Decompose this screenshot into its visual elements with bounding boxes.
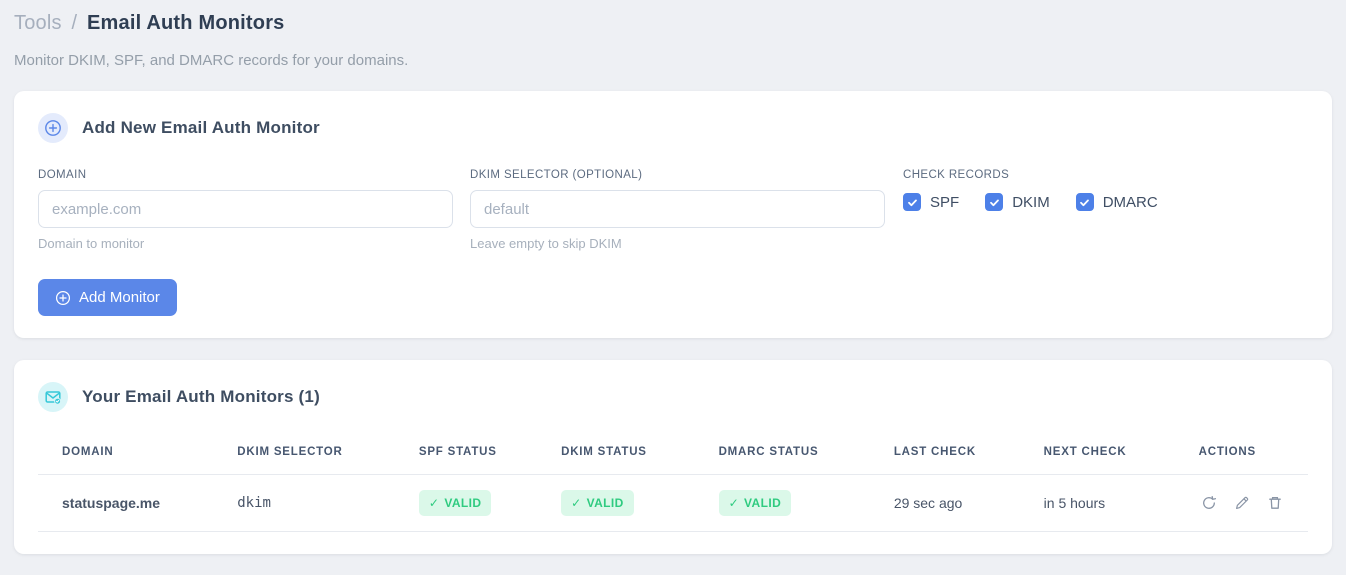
col-header-domain: DOMAIN: [38, 432, 214, 475]
spf-checkbox-item[interactable]: SPF: [903, 193, 959, 211]
col-header-last-check: LAST CHECK: [869, 432, 1020, 475]
monitor-domain: statuspage.me: [38, 474, 214, 532]
check-icon: ✓: [728, 496, 740, 510]
spf-checkbox[interactable]: [903, 193, 921, 211]
dkim-selector-field-label: DKIM SELECTOR (OPTIONAL): [470, 169, 643, 181]
mail-check-icon: [38, 382, 68, 412]
page-subtitle: Monitor DKIM, SPF, and DMARC records for…: [14, 52, 409, 69]
breadcrumb-separator: /: [71, 12, 78, 34]
add-monitor-button[interactable]: Add Monitor: [38, 279, 177, 316]
monitors-card-title: Your Email Auth Monitors (1): [82, 387, 320, 406]
monitor-dkim-selector: dkim: [213, 474, 395, 532]
edit-button[interactable]: [1232, 493, 1252, 513]
check-records-group: CHECK RECORDS SPF DKIM DMARC: [902, 169, 1308, 211]
spf-status-badge: ✓ VALID: [418, 490, 492, 516]
dmarc-checkbox[interactable]: [1075, 193, 1094, 211]
add-monitor-card: Add New Email Auth Monitor DOMAIN Domain…: [14, 91, 1332, 338]
add-monitor-card-title: Add New Email Auth Monitor: [82, 118, 320, 137]
add-monitor-button-label: Add Monitor: [79, 289, 160, 306]
dkim-selector-input[interactable]: [470, 190, 885, 228]
dmarc-checkbox-item[interactable]: DMARC: [1075, 193, 1158, 211]
trash-icon: [1268, 496, 1281, 509]
dkim-status-badge: ✓ VALID: [561, 490, 634, 516]
check-icon: ✓: [428, 496, 440, 510]
plus-circle-icon: [38, 113, 68, 143]
dkim-status-cell: ✓ VALID: [537, 474, 695, 532]
monitors-list-card: Your Email Auth Monitors (1) DOMAIN DKIM…: [14, 360, 1332, 554]
plus-circle-icon: [55, 290, 71, 306]
domain-field-help: Domain to monitor: [38, 236, 145, 251]
refresh-icon: [1202, 495, 1216, 509]
check-records-label: CHECK RECORDS: [903, 169, 1010, 181]
spf-status-text: VALID: [444, 496, 482, 510]
breadcrumb: Tools / Email Auth Monitors: [14, 8, 1332, 35]
delete-button[interactable]: [1265, 493, 1285, 513]
add-monitor-form: DOMAIN Domain to monitor DKIM SELECTOR (…: [38, 169, 1308, 251]
spf-status-cell: ✓ VALID: [394, 474, 538, 532]
dkim-selector-field-help: Leave empty to skip DKIM: [470, 236, 622, 251]
spf-checkbox-label: SPF: [930, 193, 960, 211]
monitors-table: DOMAIN DKIM SELECTOR SPF STATUS DKIM STA…: [38, 432, 1308, 532]
domain-field-label: DOMAIN: [38, 169, 87, 181]
monitor-next-check: in 5 hours: [1019, 474, 1175, 532]
dmarc-status-cell: ✓ VALID: [694, 474, 870, 532]
col-header-dkim-selector: DKIM SELECTOR: [213, 432, 395, 475]
breadcrumb-tools-link[interactable]: Tools: [14, 12, 62, 34]
domain-field-group: DOMAIN Domain to monitor: [38, 169, 453, 251]
col-header-next-check: NEXT CHECK: [1019, 432, 1175, 475]
row-actions: [1199, 493, 1298, 513]
dmarc-status-badge: ✓ VALID: [718, 490, 792, 516]
table-row: statuspage.me dkim ✓ VALID ✓ VALID ✓ VAL…: [38, 474, 1308, 532]
dkim-selector-field-group: DKIM SELECTOR (OPTIONAL) Leave empty to …: [470, 169, 885, 251]
refresh-button[interactable]: [1199, 493, 1219, 513]
edit-pencil-icon: [1235, 496, 1248, 509]
table-header-row: DOMAIN DKIM SELECTOR SPF STATUS DKIM STA…: [38, 432, 1308, 475]
add-monitor-card-header: Add New Email Auth Monitor: [38, 113, 1308, 143]
col-header-spf-status: SPF STATUS: [394, 432, 538, 475]
dkim-checkbox[interactable]: [985, 193, 1004, 211]
check-records-options: SPF DKIM DMARC: [903, 193, 1308, 211]
email-auth-monitors-page: Tools / Email Auth Monitors Monitor DKIM…: [0, 0, 1346, 554]
domain-input[interactable]: [38, 190, 453, 228]
dmarc-status-text: VALID: [744, 496, 782, 510]
monitors-card-header: Your Email Auth Monitors (1): [38, 382, 1308, 412]
col-header-actions: ACTIONS: [1174, 432, 1308, 475]
col-header-dkim-status: DKIM STATUS: [537, 432, 695, 475]
page-title: Email Auth Monitors: [87, 12, 285, 34]
dkim-checkbox-label: DKIM: [1012, 193, 1050, 211]
dkim-checkbox-item[interactable]: DKIM: [985, 193, 1050, 211]
dmarc-checkbox-label: DMARC: [1102, 193, 1158, 211]
col-header-dmarc-status: DMARC STATUS: [694, 432, 870, 475]
monitor-last-check: 29 sec ago: [869, 474, 1020, 532]
dkim-status-text: VALID: [586, 496, 624, 510]
check-icon: ✓: [571, 496, 582, 510]
